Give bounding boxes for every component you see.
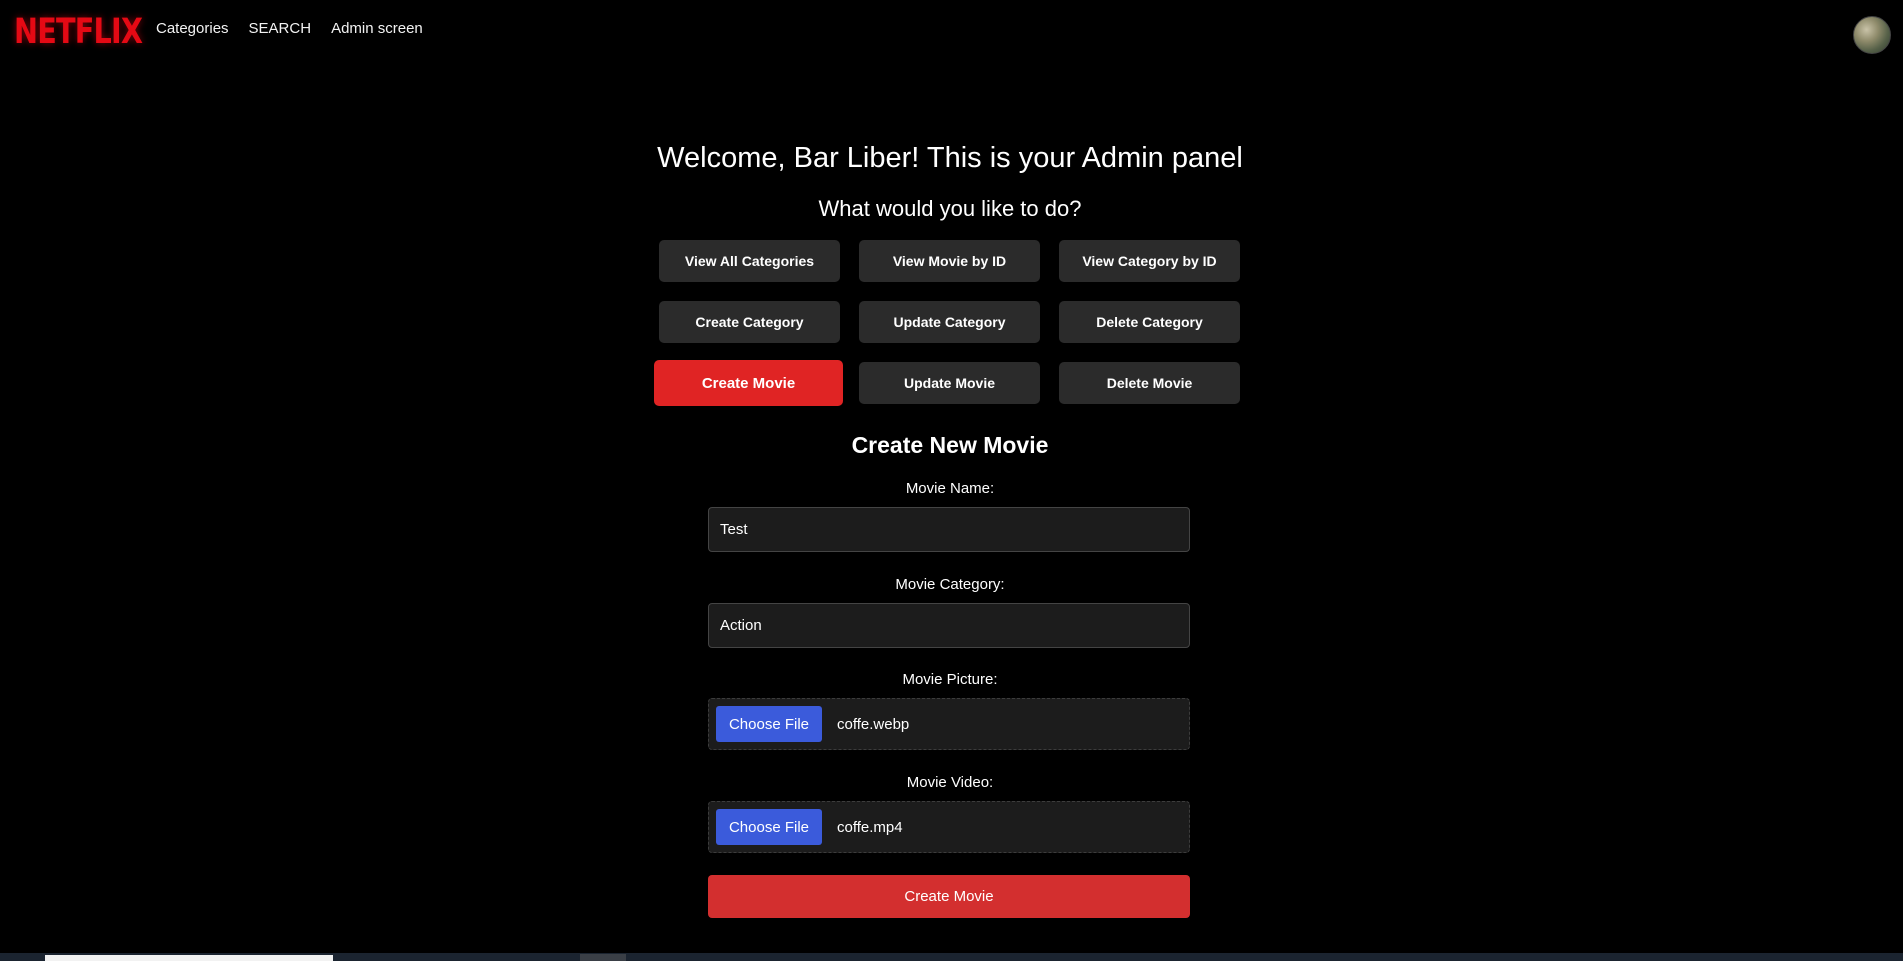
nav-link-admin-screen[interactable]: Admin screen	[331, 20, 423, 37]
view-all-categories-button[interactable]: View All Categories	[659, 240, 840, 282]
movie-name-value: Test	[720, 521, 748, 538]
nav-link-categories[interactable]: Categories	[156, 20, 229, 37]
create-movie-submit-button[interactable]: Create Movie	[708, 875, 1190, 918]
netflix-logo[interactable]: NETFLIX	[14, 12, 143, 52]
movie-name-input[interactable]: Test	[708, 507, 1190, 552]
update-movie-button[interactable]: Update Movie	[859, 362, 1040, 404]
admin-page: NETFLIX Categories SEARCH Admin screen W…	[0, 0, 1903, 961]
delete-movie-button[interactable]: Delete Movie	[1059, 362, 1240, 404]
delete-category-button[interactable]: Delete Category	[1059, 301, 1240, 343]
movie-category-input[interactable]: Action	[708, 603, 1190, 648]
taskbar-search-box[interactable]	[45, 955, 333, 961]
movie-category-label: Movie Category:	[895, 576, 1005, 593]
create-movie-button[interactable]: Create Movie	[654, 360, 843, 406]
movie-video-label: Movie Video:	[906, 774, 994, 791]
choose-video-file-button[interactable]: Choose File	[716, 809, 822, 845]
choose-picture-file-button[interactable]: Choose File	[716, 706, 822, 742]
view-movie-by-id-button[interactable]: View Movie by ID	[859, 240, 1040, 282]
update-category-button[interactable]: Update Category	[859, 301, 1040, 343]
page-title: Welcome, Bar Liber! This is your Admin p…	[657, 142, 1243, 174]
form-title: Create New Movie	[851, 432, 1049, 458]
top-navbar: NETFLIX Categories SEARCH Admin screen	[0, 0, 1903, 58]
movie-picture-label: Movie Picture:	[902, 671, 998, 688]
taskbar-app-chip[interactable]	[580, 954, 626, 961]
video-file-name: coffe.mp4	[837, 818, 903, 836]
movie-name-label: Movie Name:	[905, 480, 995, 497]
nav-link-search[interactable]: SEARCH	[249, 20, 312, 37]
create-category-button[interactable]: Create Category	[659, 301, 840, 343]
page-subtitle: What would you like to do?	[818, 196, 1082, 221]
admin-actions: View All Categories View Movie by ID Vie…	[654, 240, 1241, 406]
movie-video-file-input: Choose File coffe.mp4	[708, 801, 1190, 853]
movie-picture-file-input: Choose File coffe.webp	[708, 698, 1190, 750]
view-category-by-id-button[interactable]: View Category by ID	[1059, 240, 1240, 282]
movie-category-value: Action	[720, 617, 762, 634]
picture-file-name: coffe.webp	[837, 715, 910, 733]
nav-links: Categories SEARCH Admin screen	[156, 20, 423, 37]
user-avatar-icon[interactable]	[1853, 16, 1891, 54]
